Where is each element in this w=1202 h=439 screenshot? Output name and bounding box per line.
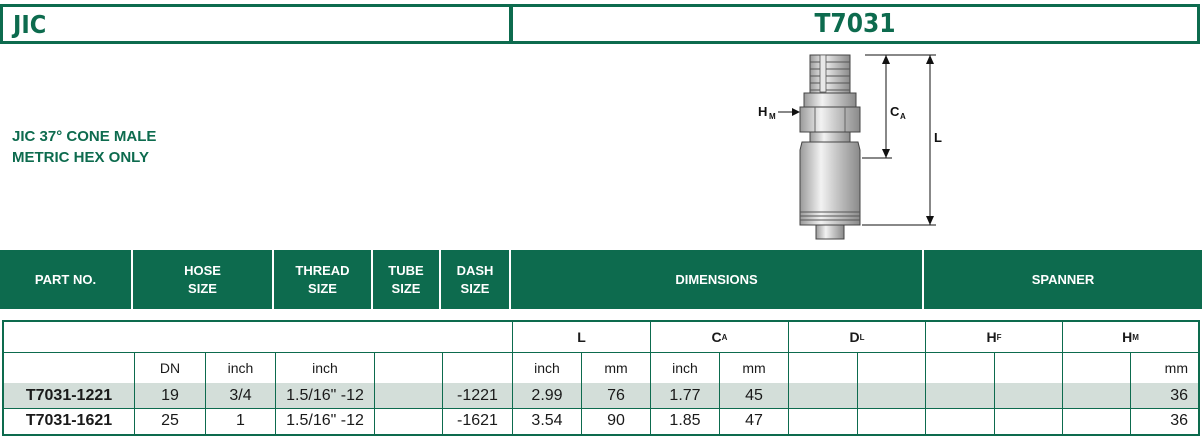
header-thread-size-line1: THREAD [295, 262, 350, 278]
table-subheader-row: L CA DL HF HM [4, 322, 1198, 353]
header-dash-size-line1: DASH [456, 262, 494, 278]
cell-thread: 1.5/16" -12 [276, 383, 375, 408]
cell-tube [375, 408, 443, 434]
units-dash [443, 352, 513, 383]
subheader-l: L [513, 322, 651, 352]
table-row: T7031-1621 25 1 1.5/16" -12 -1621 3.54 9… [4, 408, 1198, 434]
cell-l-inch: 3.54 [513, 408, 582, 434]
header-tube-size-line1: TUBE [388, 262, 424, 278]
cell-ca-inch: 1.85 [651, 408, 720, 434]
l-label: L [934, 130, 942, 145]
units-hm-mm: mm [1164, 359, 1188, 376]
ca-label-sub: A [900, 112, 906, 121]
cell-hm-1 [1063, 383, 1131, 408]
units-l-mm: mm [582, 352, 651, 383]
cell-dn: 19 [135, 383, 206, 408]
cell-l-mm: 76 [582, 383, 651, 408]
table-header: PART NO. HOSE SIZE THREAD SIZE TUBE SIZE… [0, 250, 1202, 309]
header-thread-size-line2: SIZE [308, 280, 337, 296]
header-spanner: SPANNER [1031, 271, 1095, 287]
hm-dimension: H M [758, 104, 800, 121]
hm-label-sub: M [769, 112, 776, 121]
cell-tube [375, 383, 443, 408]
header-thread-size: THREAD SIZE [274, 250, 373, 309]
units-hm-1 [1063, 352, 1131, 383]
cell-part-no: T7031-1621 [4, 408, 135, 434]
subheader-hm: HM [1122, 329, 1139, 345]
units-part [4, 352, 135, 383]
units-l-inch: inch [513, 352, 582, 383]
table-row: T7031-1221 19 3/4 1.5/16" -12 -1221 2.99… [4, 383, 1198, 409]
header-tube-size: TUBE SIZE [373, 250, 441, 309]
subheader-dl: DL [789, 322, 926, 352]
cell-dl-1 [789, 383, 858, 408]
units-ca-inch: inch [651, 352, 720, 383]
header-hose-size: HOSE SIZE [133, 250, 274, 309]
header-dimensions: DIMENSIONS [511, 250, 924, 309]
header-hose-size-line2: SIZE [188, 280, 217, 296]
cell-part-no: T7031-1221 [4, 383, 135, 408]
cell-hose-inch: 3/4 [206, 383, 276, 408]
family-title: JIC [0, 4, 512, 44]
cell-hf-1 [926, 383, 995, 408]
subheader-blank [4, 322, 513, 352]
header-hose-size-line1: HOSE [184, 262, 221, 278]
header-tube-size-line2: SIZE [391, 280, 421, 296]
cell-ca-mm: 47 [720, 408, 789, 434]
cell-l-mm: 90 [582, 408, 651, 434]
table-units-row: DN inch inch inch mm inch mm mm [4, 352, 1198, 384]
units-dl-1 [789, 352, 858, 383]
subheader-ca: CA [651, 322, 789, 352]
cell-hf-1 [926, 408, 995, 434]
cell-dash: -1621 [443, 408, 513, 434]
dimensions-table: L CA DL HF HM DN inch inch inch mm inch … [2, 320, 1200, 436]
thread-section [809, 54, 851, 94]
units-hose-inch: inch [206, 352, 276, 383]
product-description: JIC 37° CONE MALE METRIC HEX ONLY [12, 126, 156, 168]
header-dash-size: DASH SIZE [441, 250, 511, 309]
l-dimension: L [862, 54, 942, 226]
units-tube [375, 352, 443, 383]
cell-thread: 1.5/16" -12 [276, 408, 375, 434]
ca-label: C [890, 104, 900, 119]
units-dl-2 [858, 352, 926, 383]
units-hf-1 [926, 352, 995, 383]
cell-dl-2 [858, 383, 926, 408]
units-hf-2 [995, 352, 1063, 383]
cell-hm-mm: 36 [1170, 412, 1188, 429]
cell-hm-1 [1063, 408, 1131, 434]
cell-hf-2 [995, 383, 1063, 408]
fitting-diagram: H M C A L [758, 54, 942, 240]
cell-hm-mm: 36 [1170, 386, 1188, 404]
units-thread-inch: inch [276, 352, 375, 383]
header-part-no: PART NO. [0, 250, 133, 309]
cell-hf-2 [995, 408, 1063, 434]
cell-l-inch: 2.99 [513, 383, 582, 408]
description-line-2: METRIC HEX ONLY [12, 149, 149, 166]
product-code-title: T7031 [510, 4, 1200, 44]
cell-hose-inch: 1 [206, 408, 276, 434]
description-line-1: JIC 37° CONE MALE [12, 128, 157, 145]
hex-nut [799, 92, 861, 143]
subheader-hf: HF [926, 322, 1063, 352]
cell-dl-2 [858, 408, 926, 434]
hm-label: H [758, 104, 767, 119]
ca-dimension: C A [862, 54, 906, 159]
header-dash-size-line2: SIZE [460, 280, 490, 296]
cell-dl-1 [789, 408, 858, 434]
ferrule-body [799, 141, 861, 240]
units-ca-mm: mm [720, 352, 789, 383]
title-bar: JIC T7031 [0, 0, 1202, 49]
cell-ca-inch: 1.77 [651, 383, 720, 408]
units-dn: DN [135, 352, 206, 383]
cell-ca-mm: 45 [720, 383, 789, 408]
cell-dash: -1221 [443, 383, 513, 408]
cell-dn: 25 [135, 408, 206, 434]
